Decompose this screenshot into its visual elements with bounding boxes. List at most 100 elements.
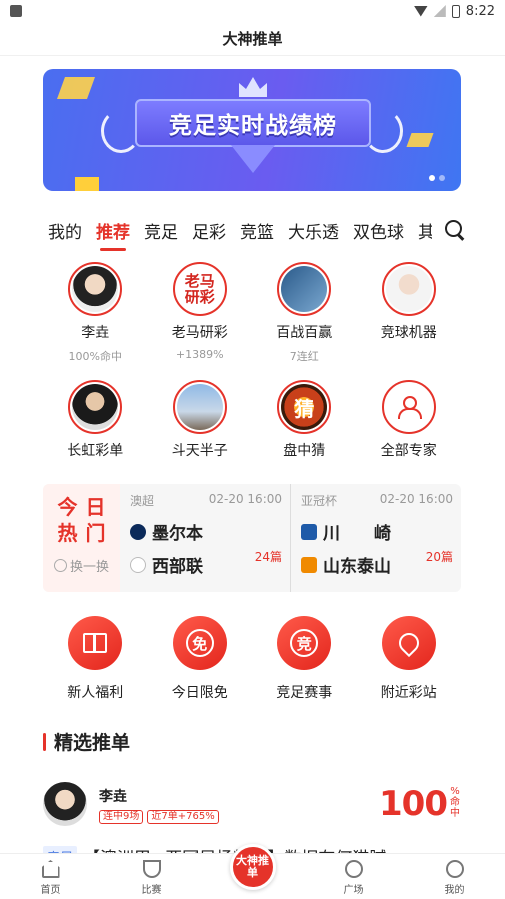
- shortcut-label: 附近彩站: [380, 685, 437, 701]
- refresh-icon: [53, 559, 67, 572]
- away-team: 山东泰山: [323, 557, 391, 577]
- status-icons: 8:22: [413, 3, 495, 19]
- league-name: 亚冠杯: [301, 494, 338, 508]
- expert-item[interactable]: 斗天半子: [148, 380, 253, 476]
- signal-icon: [433, 5, 446, 17]
- banner-decoration: [406, 133, 434, 147]
- avatar-text: 猜: [281, 384, 328, 430]
- hit-rate-value: 100: [379, 784, 448, 824]
- home-team: 墨尔本: [152, 524, 203, 544]
- expert-item[interactable]: 猜 盘中猜: [252, 380, 357, 476]
- expert-name: 长虹彩单: [67, 443, 124, 459]
- location-pin-icon: [381, 616, 436, 670]
- match-icon: 竞: [277, 616, 332, 670]
- expert-stat: 100%命中: [68, 350, 122, 363]
- post-tags: 连中9场 近7单+765%: [99, 810, 219, 824]
- team-badge-icon: [130, 556, 146, 573]
- shortcut-nearby-stations[interactable]: 附近彩站: [357, 616, 462, 702]
- nav-label: 我的: [444, 885, 465, 896]
- people-icon: [395, 396, 423, 419]
- away-team: 西部联: [152, 557, 203, 577]
- nav-center[interactable]: 大神推单: [202, 844, 303, 899]
- home-icon: [41, 860, 60, 878]
- status-bar: 8:22: [0, 0, 505, 22]
- nav-profile[interactable]: 我的: [404, 854, 505, 899]
- nav-label: 广场: [343, 885, 364, 896]
- avatar: 猜: [277, 380, 332, 434]
- expert-name: 斗天半子: [171, 443, 228, 459]
- match-card[interactable]: 亚冠杯 02-20 16:00 川 崎 山东泰山 20篇: [290, 484, 461, 592]
- nav-label: 比赛: [141, 885, 162, 896]
- expert-item[interactable]: 长虹彩单: [43, 380, 148, 476]
- avatar: [172, 380, 227, 434]
- nav-home[interactable]: 首页: [0, 854, 101, 899]
- expert-stat: +1389%: [175, 348, 224, 361]
- tab-jingzu[interactable]: 竞足: [144, 218, 178, 243]
- hot-matches-header: 今日 热门 换一换: [43, 484, 120, 592]
- tab-zucai[interactable]: 足彩: [192, 218, 226, 243]
- league-name: 澳超: [130, 494, 155, 508]
- section-header: 精选推单: [43, 728, 130, 755]
- free-icon: 免: [172, 616, 227, 670]
- expert-name: 李垚: [81, 325, 110, 341]
- expert-name: 老马研彩: [171, 325, 228, 341]
- hit-rate: 100 %命中: [379, 786, 461, 822]
- banner-decoration: [75, 177, 99, 191]
- expert-name: 盘中猜: [283, 443, 326, 459]
- bottom-nav: 首页 比赛 大神推单 广场 我的: [0, 844, 505, 899]
- nav-matches[interactable]: 比赛: [101, 854, 202, 899]
- expert-item[interactable]: 李垚 100%命中: [43, 262, 148, 368]
- expert-grid: 李垚 100%命中 老马 研彩 老马研彩 +1389% 百战百赢 7连红 竞球机…: [43, 262, 461, 476]
- expert-name: 百战百赢: [276, 325, 333, 341]
- match-time: 02-20 16:00: [208, 492, 282, 506]
- banner-decoration: [56, 77, 96, 99]
- hot-title: 热门: [57, 521, 114, 545]
- expert-item[interactable]: 老马 研彩 老马研彩 +1389%: [148, 262, 253, 368]
- banner[interactable]: 竞足实时战绩榜: [43, 69, 461, 191]
- tab-jinglan[interactable]: 竞篮: [240, 218, 274, 243]
- shortcut-grid: 新人福利 免 今日限免 竞 竞足赛事 附近彩站: [43, 616, 461, 702]
- hot-matches-card: 今日 热门 换一换 澳超 02-20 16:00 墨尔本 西部联 24篇 亚冠杯…: [43, 484, 461, 592]
- all-experts-button[interactable]: 全部专家: [357, 380, 462, 476]
- shortcut-free-today[interactable]: 免 今日限免: [148, 616, 253, 702]
- team-badge-icon: [301, 523, 317, 540]
- streak-badge: 连中9场: [99, 810, 144, 824]
- avatar: [381, 380, 436, 434]
- post-author: 李垚: [99, 789, 127, 805]
- shortcut-jingzu-events[interactable]: 竞 竞足赛事: [252, 616, 357, 702]
- tab-other[interactable]: 其: [418, 218, 432, 243]
- refresh-button[interactable]: 换一换: [53, 556, 109, 575]
- gift-icon: [68, 616, 123, 670]
- tab-mine[interactable]: 我的: [48, 218, 82, 243]
- status-time: 8:22: [465, 3, 495, 19]
- battery-icon: [451, 4, 460, 18]
- section-title: 精选推单: [54, 732, 131, 754]
- expert-item[interactable]: 竞球机器: [357, 262, 462, 368]
- match-card[interactable]: 澳超 02-20 16:00 墨尔本 西部联 24篇: [120, 484, 290, 592]
- avatar: [68, 380, 123, 434]
- trophy-icon: [142, 860, 161, 878]
- expert-name: 竞球机器: [380, 325, 437, 341]
- tab-recommend[interactable]: 推荐: [96, 218, 130, 251]
- shortcut-label: 今日限免: [171, 685, 228, 701]
- hot-title: 今日: [57, 495, 114, 519]
- team-badge-icon: [301, 556, 317, 573]
- expert-stat: 7连红: [289, 350, 319, 363]
- nav-square[interactable]: 广场: [303, 854, 404, 899]
- avatar: 老马 研彩: [172, 262, 227, 316]
- expert-name: 全部专家: [380, 443, 437, 459]
- tab-daletou[interactable]: 大乐透: [288, 218, 339, 243]
- avatar[interactable]: [43, 782, 87, 826]
- tab-shuangseqiu[interactable]: 双色球: [353, 218, 404, 243]
- expert-item[interactable]: 百战百赢 7连红: [252, 262, 357, 368]
- home-team: 川 崎: [323, 524, 391, 544]
- section-marker: [43, 732, 46, 751]
- banner-decoration: [231, 145, 275, 173]
- center-logo: 大神推单: [229, 844, 276, 890]
- search-icon[interactable]: [445, 220, 465, 240]
- page-title: 大神推单: [0, 22, 505, 56]
- nav-label: 首页: [40, 885, 61, 896]
- shortcut-newbie-benefits[interactable]: 新人福利: [43, 616, 148, 702]
- square-icon: [344, 860, 363, 878]
- category-tabs: 我的 推荐 竞足 足彩 竞篮 大乐透 双色球 其: [0, 210, 505, 251]
